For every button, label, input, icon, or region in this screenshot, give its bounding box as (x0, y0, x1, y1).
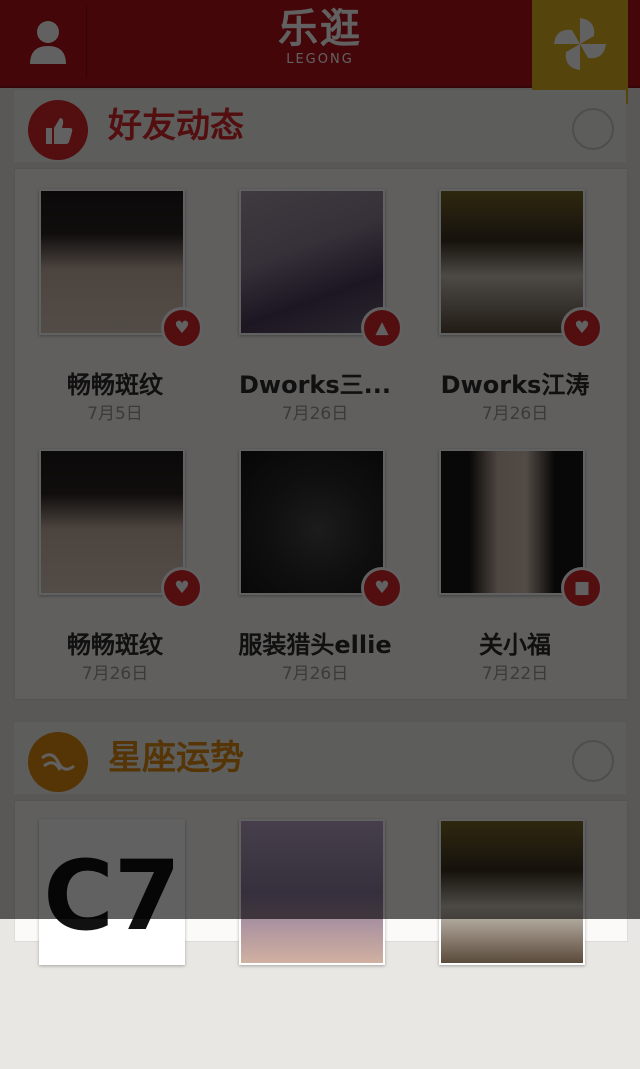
friend-item[interactable]: ♥ 服装猎头ellie 7月26日 (215, 449, 415, 699)
friend-photo[interactable] (439, 449, 585, 595)
friends-activity-grid: ♥ 畅畅斑纹 7月5日 ▲ Dworks三... 7月26日 ♥ Dworks江… (14, 168, 628, 700)
friend-name: Dworks三... (238, 371, 391, 399)
horoscope-item[interactable] (415, 819, 615, 1069)
horoscope-more-button[interactable] (572, 740, 614, 782)
thumbs-up-icon: ▲ (361, 307, 403, 349)
friend-time: 7月26日 (81, 664, 149, 684)
horoscope-grid: C7 (14, 800, 628, 965)
heart-icon: ♥ (161, 567, 203, 609)
brand-logo-image[interactable]: C7 (39, 819, 185, 965)
heart-icon: ♥ (361, 567, 403, 609)
friend-item[interactable]: ■ 关小福 7月22日 (415, 449, 615, 699)
friends-section-header[interactable]: 好友动态 (14, 90, 626, 162)
pinwheel-icon (554, 18, 606, 70)
horoscope-item[interactable] (215, 819, 415, 1069)
friend-photo[interactable] (239, 449, 385, 595)
friend-name: 畅畅斑纹 (67, 371, 163, 399)
heart-icon: ♥ (161, 307, 203, 349)
friend-item[interactable]: ♥ 畅畅斑纹 7月5日 (15, 189, 215, 439)
constellation-icon (28, 732, 88, 792)
friend-photo[interactable] (39, 189, 185, 335)
friends-section-title: 好友动态 (108, 106, 244, 146)
friend-time: 7月26日 (281, 664, 349, 684)
friend-name: 服装猎头ellie (238, 631, 392, 659)
horoscope-section-title: 星座运势 (108, 738, 244, 778)
horoscope-item[interactable]: C7 (15, 819, 215, 1069)
friend-item[interactable]: ♥ Dworks江涛 7月26日 (415, 189, 615, 439)
friend-time: 7月5日 (87, 404, 143, 424)
friends-more-button[interactable] (572, 108, 614, 150)
friend-time: 7月22日 (481, 664, 549, 684)
menu-ribbon-button[interactable] (532, 0, 628, 104)
friend-photo[interactable] (39, 449, 185, 595)
horoscope-photo[interactable] (239, 819, 385, 965)
friend-photo[interactable] (239, 189, 385, 335)
friend-item[interactable]: ♥ 畅畅斑纹 7月26日 (15, 449, 215, 699)
friend-item[interactable]: ▲ Dworks三... 7月26日 (215, 189, 415, 439)
friend-time: 7月26日 (281, 404, 349, 424)
heart-icon: ♥ (561, 307, 603, 349)
friend-name: Dworks江涛 (440, 371, 590, 399)
friend-photo[interactable] (439, 189, 585, 335)
horoscope-section-header[interactable]: 星座运势 (14, 722, 626, 794)
thumbs-up-icon (28, 100, 88, 160)
truck-icon: ■ (561, 567, 603, 609)
friend-name: 畅畅斑纹 (67, 631, 163, 659)
friend-name: 关小福 (479, 631, 551, 659)
horoscope-photo[interactable] (439, 819, 585, 965)
friend-time: 7月26日 (481, 404, 549, 424)
